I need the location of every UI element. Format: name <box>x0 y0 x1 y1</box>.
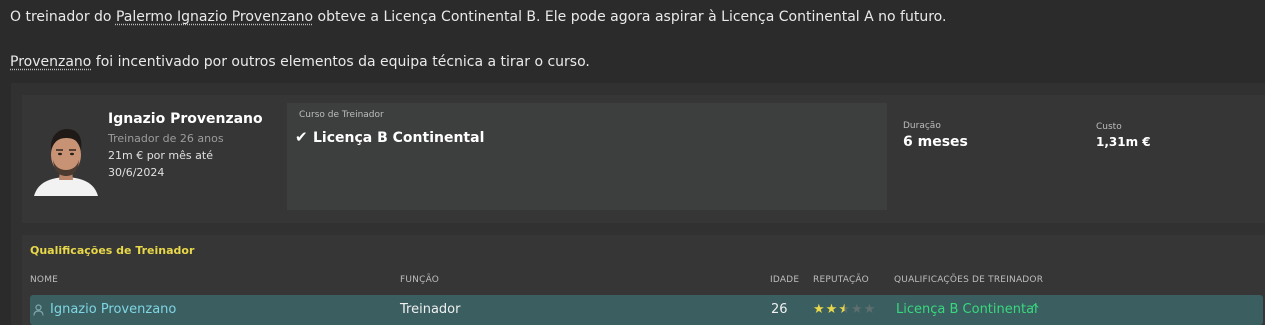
column-header-qualifications[interactable]: QUALIFICAÇÕES DE TREINADOR <box>894 275 1043 285</box>
news-message-line-1: O treinador do Palermo Ignazio Provenzan… <box>10 9 946 25</box>
message-text: foi incentivado por outros elementos da … <box>91 54 590 70</box>
star-icon: ★ <box>813 302 826 317</box>
column-header-role[interactable]: FUNÇÃO <box>400 275 439 285</box>
person-name[interactable]: Ignazio Provenzano <box>108 111 263 127</box>
club-person-link[interactable]: Palermo Ignazio Provenzano <box>116 9 313 25</box>
message-text: O treinador do <box>10 9 116 25</box>
row-role: Treinador <box>400 302 461 317</box>
person-wage: 21m € por mês até <box>108 149 213 162</box>
column-header-age[interactable]: IDADE <box>770 275 799 285</box>
course-label: Curso de Treinador <box>299 110 384 120</box>
chevron-up-icon[interactable]: ^ <box>1030 302 1040 316</box>
person-role-age: Treinador de 26 anos <box>108 132 224 145</box>
star-icon: ★ <box>825 302 839 317</box>
row-name[interactable]: Ignazio Provenzano <box>50 302 176 317</box>
column-header-name[interactable]: NOME <box>30 275 58 285</box>
person-photo[interactable] <box>30 120 102 196</box>
reputation-stars: ★★★★★ <box>813 302 876 317</box>
person-link[interactable]: Provenzano <box>10 54 91 70</box>
star-empty-icon: ★ <box>863 302 877 317</box>
cost-value: 1,31m € <box>1096 135 1151 149</box>
star-empty-icon: ★ <box>850 302 864 317</box>
duration-value: 6 meses <box>903 134 968 150</box>
table-row[interactable] <box>30 295 1263 325</box>
row-qualification: Licença B Continental <box>896 302 1038 317</box>
cost-label: Custo <box>1096 122 1122 132</box>
person-contract-end: 30/6/2024 <box>108 166 165 179</box>
check-icon: ✔ <box>295 128 308 146</box>
column-header-reputation[interactable]: REPUTAÇÃO <box>813 275 869 285</box>
qualifications-title: Qualificações de Treinador <box>30 244 195 257</box>
half-star-icon: ★ <box>838 302 851 317</box>
row-age: 26 <box>771 302 788 317</box>
duration-label: Duração <box>903 121 941 131</box>
person-icon <box>33 304 44 316</box>
message-text: obteve a Licença Continental B. Ele pode… <box>313 9 947 25</box>
news-message-line-2: Provenzano foi incentivado por outros el… <box>10 54 590 70</box>
course-value: Licença B Continental <box>313 130 485 146</box>
